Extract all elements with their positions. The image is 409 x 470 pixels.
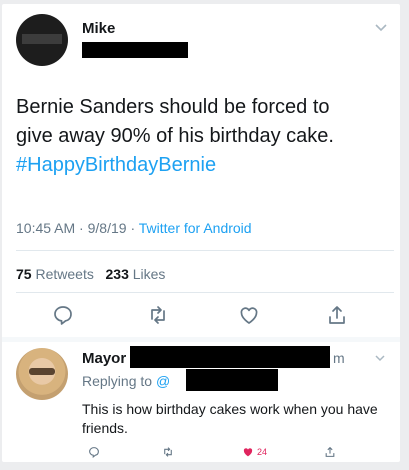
tweet-stats: 75 Retweets 233 Likes [16, 266, 165, 282]
replying-to: Replying to @ [82, 373, 170, 389]
redacted-handle [82, 42, 188, 58]
likes-stat[interactable]: 233 Likes [106, 266, 166, 282]
avatar-graphic [22, 34, 62, 44]
tweet-source[interactable]: Twitter for Android [139, 220, 252, 236]
retweets-label: Retweets [35, 266, 94, 282]
chevron-down-icon[interactable] [374, 354, 386, 363]
heart-icon[interactable] [238, 304, 260, 326]
author-avatar[interactable] [16, 14, 68, 66]
reply-author-avatar[interactable] [16, 348, 68, 400]
tweet-meta: 10:45 AM · 9/8/19 · Twitter for Android [16, 220, 252, 236]
reply-separator [2, 337, 400, 342]
redacted-handle [130, 346, 330, 368]
tweet-text: Bernie Sanders should be forced to give … [16, 93, 396, 180]
reply-icon[interactable] [88, 446, 100, 458]
retweets-count: 75 [16, 266, 32, 282]
like-action[interactable]: 24 [242, 446, 267, 458]
share-icon[interactable] [324, 446, 336, 458]
chevron-down-icon[interactable] [374, 22, 388, 32]
redacted-handle [186, 369, 278, 391]
avatar-graphic [29, 368, 55, 375]
tweet-text-line-1: Bernie Sanders should be forced to [16, 96, 330, 118]
retweet-icon[interactable] [147, 304, 169, 326]
meta-separator: · [130, 220, 139, 236]
tweet-text-line-2: give away 90% of his birthday cake. [16, 125, 334, 147]
reply-author-name[interactable]: Mayor [82, 350, 126, 367]
replying-label: Replying to [82, 373, 153, 389]
heart-icon [243, 448, 253, 457]
retweet-icon[interactable] [162, 446, 174, 458]
likes-count: 233 [105, 266, 129, 282]
tweet-date[interactable]: 9/8/19 [88, 220, 127, 236]
retweets-stat[interactable]: 75 Retweets [16, 266, 94, 282]
likes-label: Likes [132, 266, 166, 282]
replying-handle[interactable]: @ [156, 373, 170, 389]
tweet-card: Mike Bernie Sanders should be forced to … [2, 4, 400, 462]
divider [16, 250, 394, 251]
reply-text: This is how birthday cakes work when you… [82, 401, 378, 436]
tweet-time[interactable]: 10:45 AM [16, 220, 75, 236]
meta-separator: · [79, 220, 88, 236]
reply-like-count: 24 [257, 447, 268, 457]
reply-time[interactable]: m [333, 350, 345, 366]
share-icon[interactable] [326, 304, 348, 326]
hashtag-link[interactable]: #HappyBirthdayBernie [16, 151, 396, 180]
reply-icon[interactable] [52, 304, 74, 326]
divider [16, 292, 394, 293]
author-name[interactable]: Mike [82, 20, 115, 37]
